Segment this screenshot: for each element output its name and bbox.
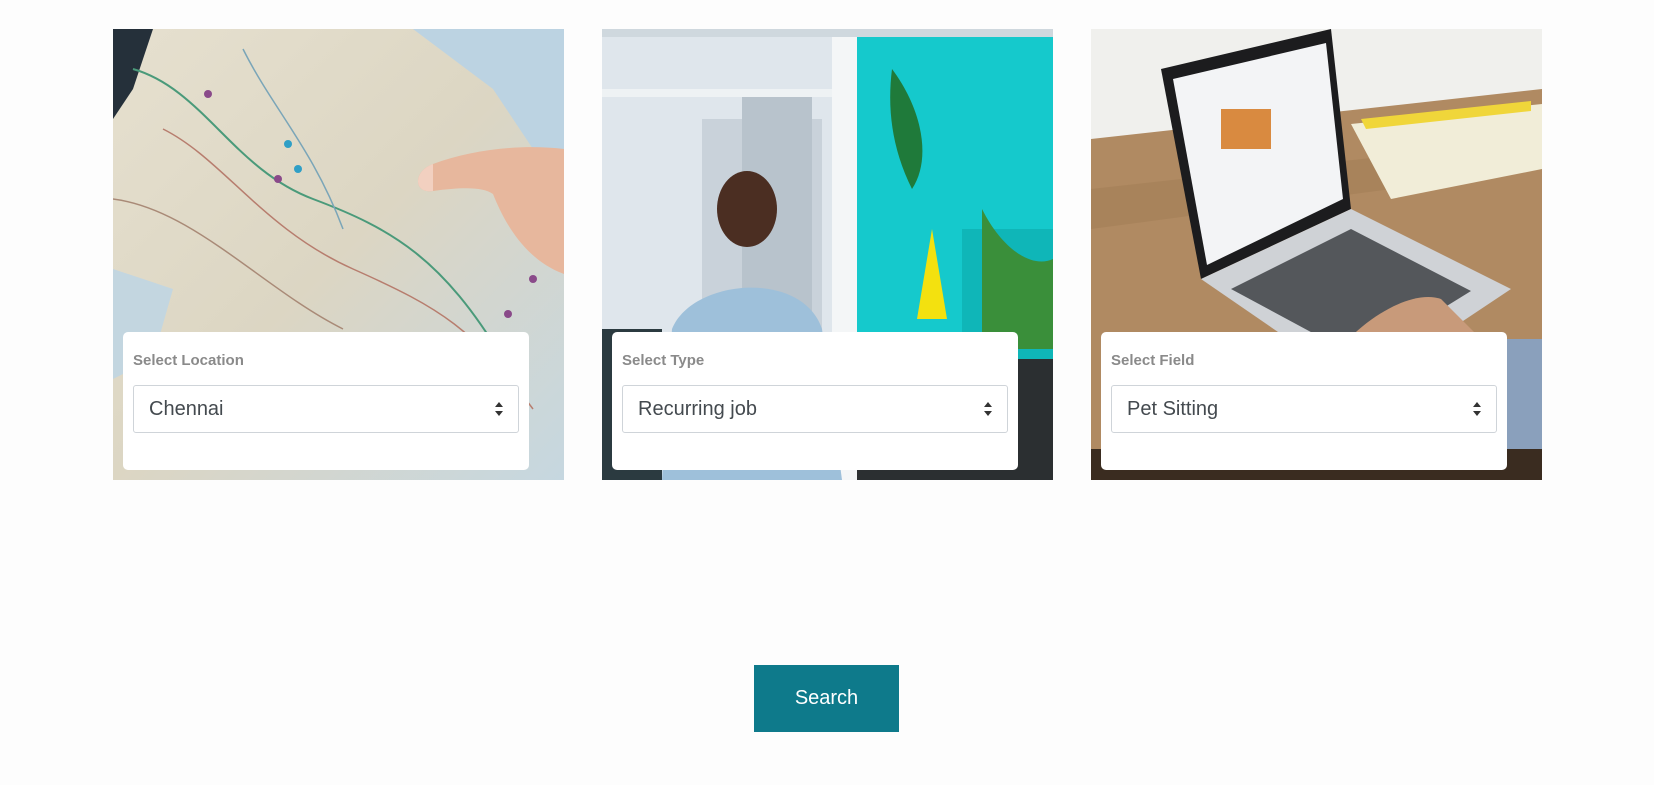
field-label: Select Field [1111,352,1195,369]
field-select[interactable]: Pet Sitting [1111,385,1497,433]
filter-cards: Select Location Chennai Select Type Recu… [113,29,1542,480]
location-card: Select Location Chennai [113,29,564,480]
location-panel: Select Location Chennai [123,332,529,470]
search-button[interactable]: Search [754,665,899,732]
sort-arrows-icon [495,402,503,416]
location-label: Select Location [133,352,244,369]
sort-arrows-icon [984,402,992,416]
field-card: Select Field Pet Sitting [1091,29,1542,480]
field-select-value: Pet Sitting [1127,397,1219,420]
location-select[interactable]: Chennai [133,385,519,433]
type-panel: Select Type Recurring job [612,332,1018,470]
sort-arrows-icon [1473,402,1481,416]
type-label: Select Type [622,352,705,369]
location-select-value: Chennai [149,397,224,420]
type-select[interactable]: Recurring job [622,385,1008,433]
field-panel: Select Field Pet Sitting [1101,332,1507,470]
type-card: Select Type Recurring job [602,29,1053,480]
type-select-value: Recurring job [638,397,757,420]
